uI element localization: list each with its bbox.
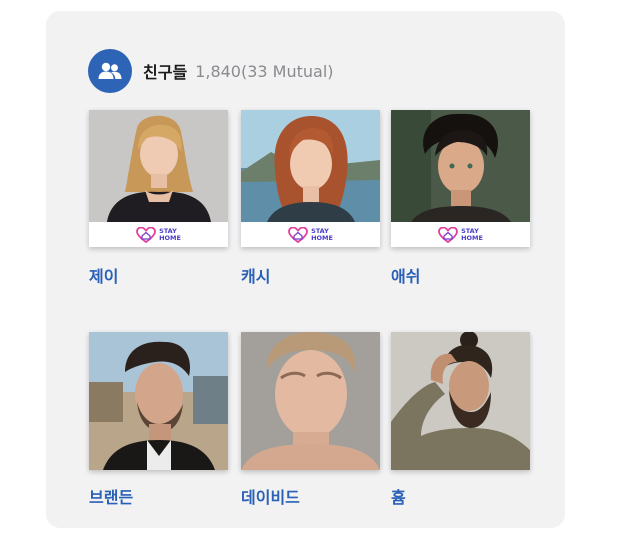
friend-name[interactable]: 데이비드 [241, 484, 300, 508]
friends-card: 친구들 1,840(33 Mutual) STAY HOME 제이 STAY H… [46, 11, 565, 528]
badge-line-2: HOME [311, 233, 333, 242]
stay-home-badge: STAY HOME [89, 222, 228, 247]
heart-home-icon [438, 226, 458, 243]
friends-header: 친구들 1,840(33 Mutual) [88, 49, 334, 93]
friend-photo[interactable] [391, 332, 530, 470]
friend-photo[interactable] [241, 332, 380, 470]
friend-name[interactable]: 애쉬 [391, 263, 420, 287]
friend-photo[interactable]: STAY HOME [391, 110, 530, 247]
heart-home-icon [136, 226, 156, 243]
friend-name[interactable]: 브랜든 [89, 484, 133, 508]
friend-photo[interactable] [89, 332, 228, 470]
friend-photo[interactable]: STAY HOME [89, 110, 228, 247]
friends-icon [88, 49, 132, 93]
friend-photo[interactable]: STAY HOME [241, 110, 380, 247]
section-title: 친구들 [143, 63, 188, 82]
stay-home-badge: STAY HOME [391, 222, 530, 247]
friend-name[interactable]: 흄 [391, 484, 406, 508]
friends-count: 1,840(33 Mutual) [195, 61, 334, 81]
friend-name[interactable]: 캐시 [241, 263, 270, 287]
badge-line-2: HOME [159, 233, 181, 242]
stay-home-badge: STAY HOME [241, 222, 380, 247]
badge-line-2: HOME [461, 233, 483, 242]
heart-home-icon [288, 226, 308, 243]
friend-name[interactable]: 제이 [89, 263, 118, 287]
